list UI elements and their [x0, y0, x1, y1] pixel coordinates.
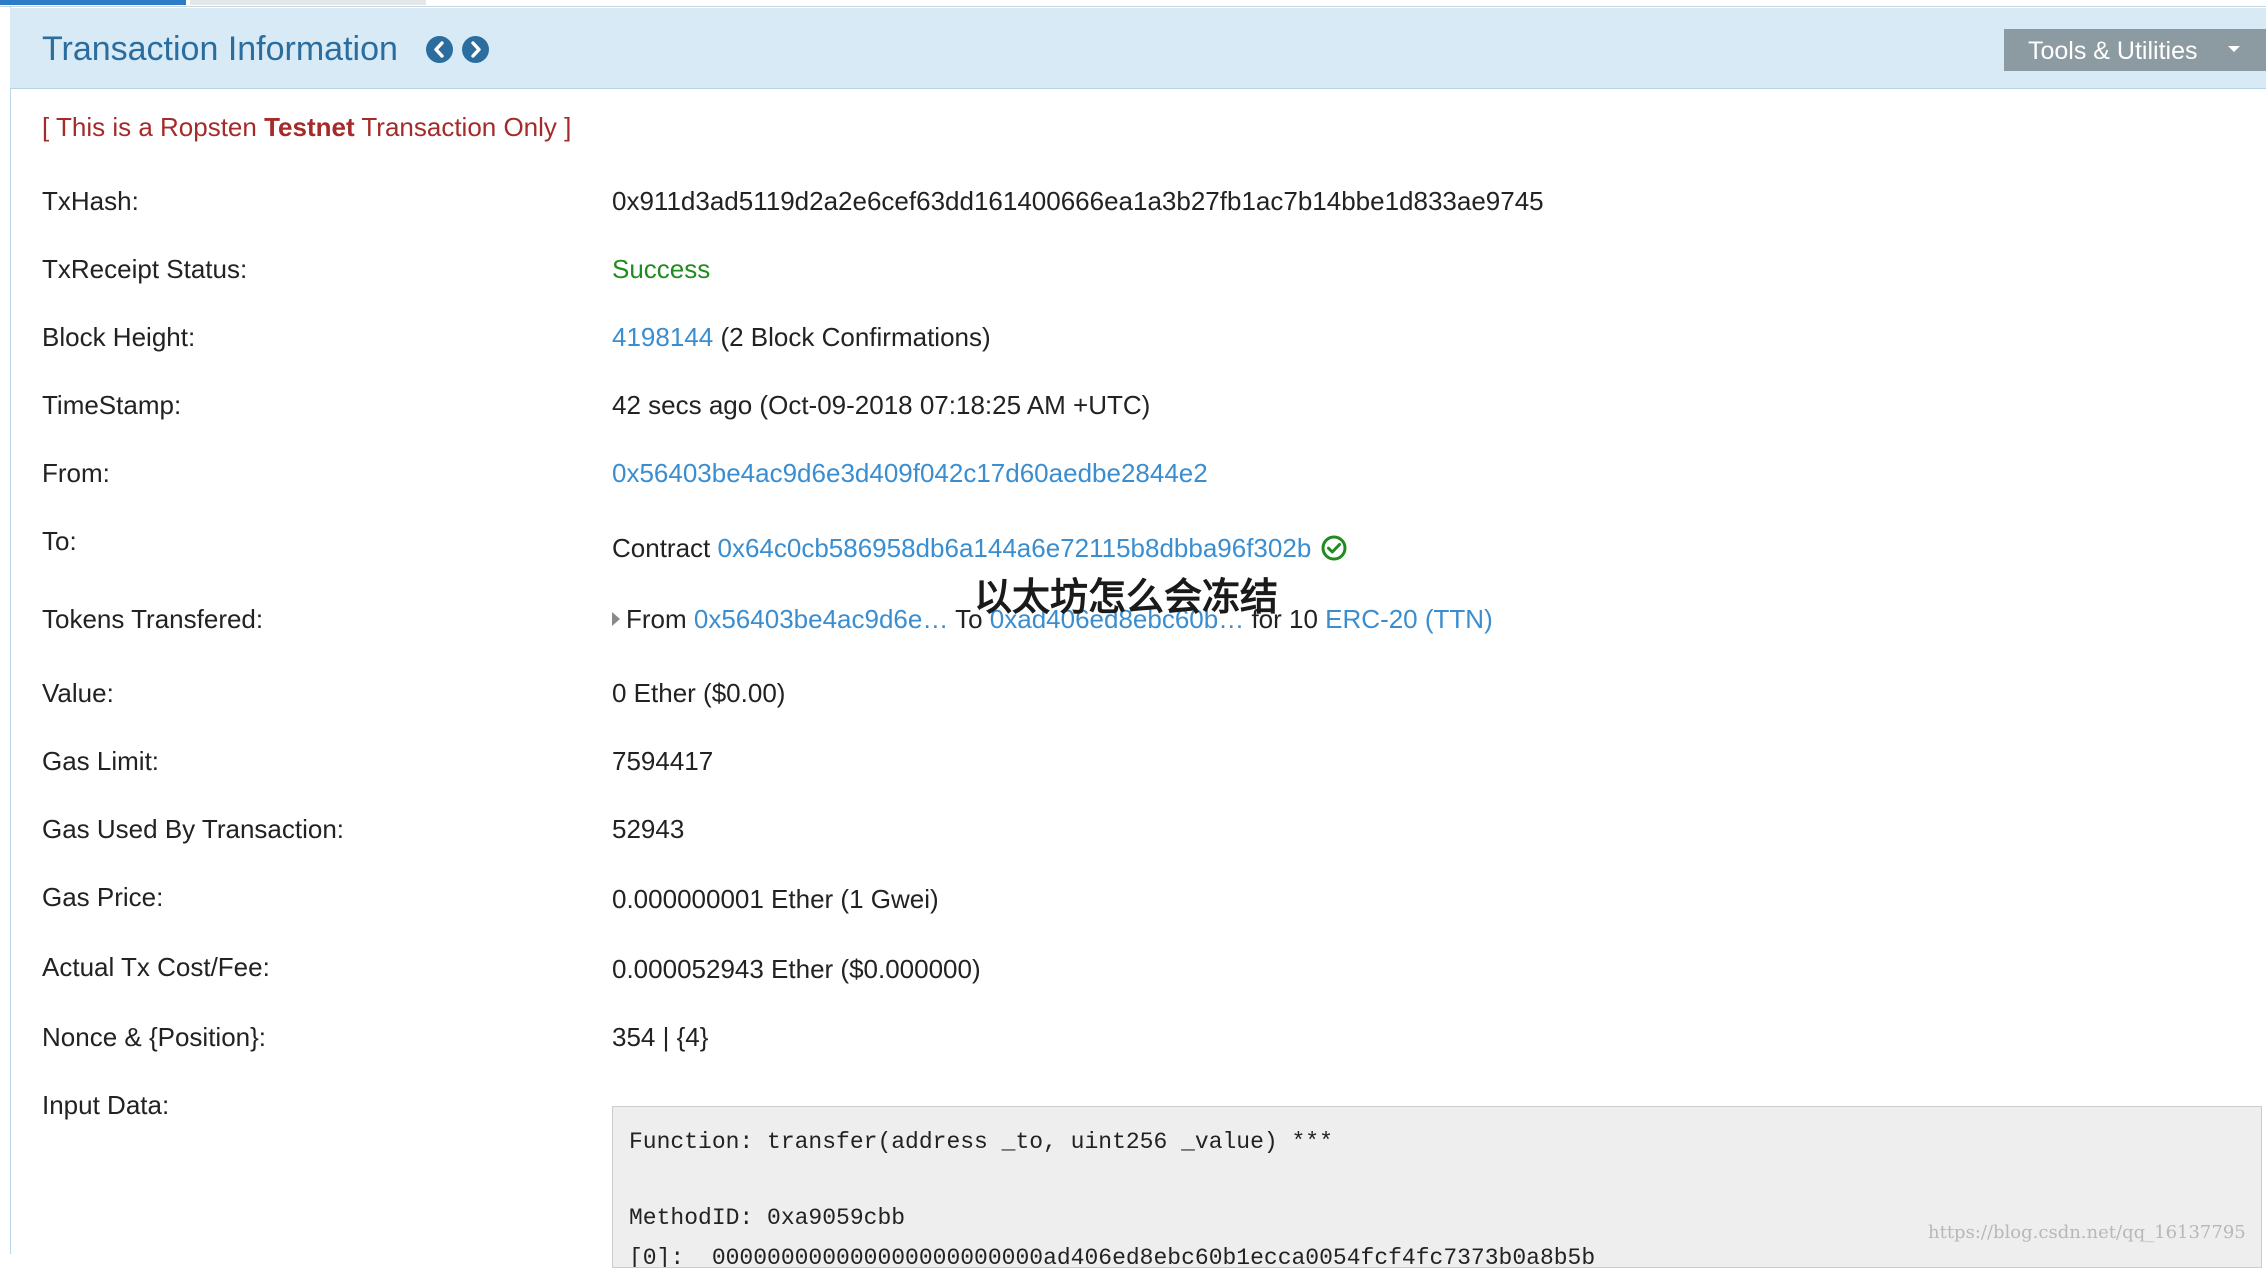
caret-right-icon[interactable] — [612, 612, 620, 626]
token-from-word: From — [626, 604, 694, 634]
input-data-box[interactable]: Function: transfer(address _to, uint256 … — [612, 1106, 2262, 1268]
input-data-label: Input Data: — [42, 1090, 170, 1120]
input-method-line: MethodID: 0xa9059cbb — [629, 1205, 906, 1231]
previous-transaction-button[interactable] — [426, 36, 453, 63]
status-value: Success — [612, 254, 711, 284]
gas-price-label: Gas Price: — [42, 882, 164, 912]
to-value: Contract 0x64c0cb586958db6a144a6e72115b8… — [612, 533, 1347, 564]
caret-down-icon — [2228, 46, 2240, 52]
contract-address-link[interactable]: 0x64c0cb586958db6a144a6e72115b8dbba96f30… — [718, 533, 1312, 563]
header-bar: Transaction Information Tools & Utilitie… — [10, 8, 2266, 89]
page-title: Transaction Information — [42, 30, 398, 68]
tx-cost-value: 0.000052943 Ether ($0.000000) — [612, 954, 981, 984]
block-height-link[interactable]: 4198144 — [612, 322, 713, 352]
gas-used-label: Gas Used By Transaction: — [42, 814, 345, 844]
contract-prefix: Contract — [612, 533, 718, 563]
value-label: Value: — [42, 678, 114, 708]
gas-limit-label: Gas Limit: — [42, 746, 160, 776]
block-height-value: 4198144 (2 Block Confirmations) — [612, 322, 991, 353]
tools-utilities-label: Tools & Utilities — [2028, 37, 2198, 65]
notice-testnet-word: Testnet — [264, 112, 355, 142]
chevron-left-circle-icon — [434, 41, 444, 58]
notice-suffix: Transaction Only ] — [354, 112, 572, 142]
from-label: From: — [42, 458, 110, 488]
check-circle-icon — [1321, 535, 1347, 561]
value-value: 0 Ether ($0.00) — [612, 678, 786, 708]
timestamp-value: 42 secs ago (Oct-09-2018 07:18:25 AM +UT… — [612, 390, 1151, 420]
inactive-tab-indicator[interactable] — [190, 0, 426, 5]
token-contract-link[interactable]: ERC-20 (TTN) — [1325, 604, 1493, 634]
gas-price-value: 0.000000001 Ether (1 Gwei) — [612, 884, 939, 914]
next-transaction-button[interactable] — [462, 36, 489, 63]
txhash-value: 0x911d3ad5119d2a2e6cef63dd161400666ea1a3… — [612, 186, 1544, 216]
overlay-caption: 以太坊怎么会冻结 — [974, 575, 1279, 619]
active-tab-indicator[interactable] — [0, 0, 186, 5]
block-confirmations-text: (2 Block Confirmations) — [713, 322, 991, 352]
input-function-line: Function: transfer(address _to, uint256 … — [629, 1129, 1333, 1155]
tokens-transfered-label: Tokens Transfered: — [42, 604, 264, 634]
nonce-label: Nonce & {Position}: — [42, 1022, 267, 1052]
watermark: https://blog.csdn.net/qq_16137795 — [1928, 1222, 2246, 1243]
gas-used-value: 52943 — [612, 814, 685, 844]
chevron-right-circle-icon — [471, 41, 481, 58]
testnet-notice: [ This is a Ropsten Testnet Transaction … — [42, 112, 571, 143]
status-label: TxReceipt Status: — [42, 254, 248, 284]
txhash-label: TxHash: — [42, 186, 139, 216]
nonce-value: 354 | {4} — [612, 1022, 709, 1052]
timestamp-label: TimeStamp: — [42, 390, 182, 420]
token-from-link[interactable]: 0x56403be4ac9d6e… — [694, 604, 948, 634]
tx-cost-label: Actual Tx Cost/Fee: — [42, 952, 270, 982]
input-param-line: [0]: 000000000000000000000000ad406ed8ebc… — [629, 1245, 1596, 1268]
to-label: To: — [42, 526, 77, 556]
notice-prefix: [ This is a Ropsten — [42, 112, 265, 142]
block-height-label: Block Height: — [42, 322, 196, 352]
from-address-link[interactable]: 0x56403be4ac9d6e3d409f042c17d60aedbe2844… — [612, 458, 1208, 489]
tools-utilities-dropdown[interactable]: Tools & Utilities — [2004, 29, 2266, 71]
gas-limit-value: 7594417 — [612, 746, 714, 776]
